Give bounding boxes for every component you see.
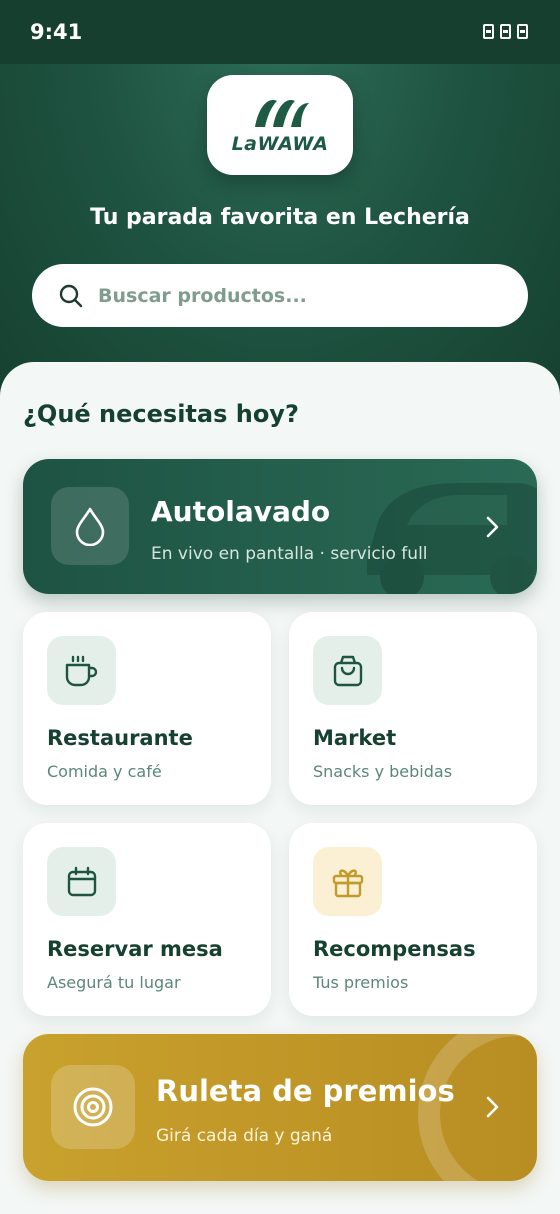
section-title: ¿Qué necesitas hoy? — [23, 400, 299, 428]
search-icon — [59, 284, 83, 307]
status-icons — [483, 24, 528, 39]
tile-restaurante[interactable]: Restaurante Comida y café — [23, 612, 271, 805]
tile-icon-box — [47, 847, 116, 916]
tile-subtitle: Tus premios — [313, 973, 409, 992]
signal-icon — [483, 24, 494, 39]
carwash-subtitle: En vivo en pantalla · servicio full — [151, 544, 428, 564]
tagline: Tu parada favorita en Lechería — [90, 205, 470, 230]
roulette-subtitle: Girá cada día y ganá — [156, 1126, 333, 1146]
tile-icon-box — [313, 847, 382, 916]
target-icon — [73, 1087, 113, 1127]
carwash-title: Autolavado — [151, 495, 331, 528]
status-bar: 9:41 — [0, 0, 560, 64]
shopping-bag-icon — [333, 655, 362, 686]
tile-market[interactable]: Market Snacks y bebidas — [289, 612, 537, 805]
coffee-cup-icon — [65, 655, 97, 686]
search-input[interactable] — [98, 284, 478, 307]
tile-title: Reservar mesa — [47, 937, 223, 961]
brand-name: LaWAWA — [231, 133, 329, 155]
tile-recompensas[interactable]: Recompensas Tus premios — [289, 823, 537, 1016]
carwash-icon-box — [51, 487, 129, 565]
chevron-right-icon — [486, 516, 499, 538]
drop-icon — [75, 507, 105, 546]
brand-logo: LaWAWA — [207, 75, 353, 175]
battery-icon — [517, 24, 528, 39]
tile-subtitle: Comida y café — [47, 762, 162, 781]
calendar-icon — [67, 866, 96, 896]
tile-title: Restaurante — [47, 726, 193, 750]
roulette-title: Ruleta de premios — [156, 1074, 455, 1108]
tile-subtitle: Snacks y bebidas — [313, 762, 453, 781]
wifi-icon — [500, 24, 511, 39]
tile-title: Market — [313, 726, 397, 750]
status-time: 9:41 — [30, 20, 83, 44]
chevron-right-icon — [486, 1096, 499, 1118]
roulette-card[interactable]: Ruleta de premios Girá cada día y ganá — [23, 1034, 537, 1181]
gift-icon — [332, 868, 363, 897]
carwash-card[interactable]: Autolavado En vivo en pantalla · servici… — [23, 459, 537, 594]
tile-reservar-mesa[interactable]: Reservar mesa Asegurá tu lugar — [23, 823, 271, 1016]
car-illustration-icon — [367, 483, 537, 594]
tile-icon-box — [313, 636, 382, 705]
tile-subtitle: Asegurá tu lugar — [47, 973, 181, 992]
logo-mark-icon — [255, 100, 309, 127]
roulette-icon-box — [51, 1065, 135, 1149]
tile-title: Recompensas — [313, 937, 476, 961]
search-bar[interactable] — [32, 264, 528, 327]
tile-icon-box — [47, 636, 116, 705]
